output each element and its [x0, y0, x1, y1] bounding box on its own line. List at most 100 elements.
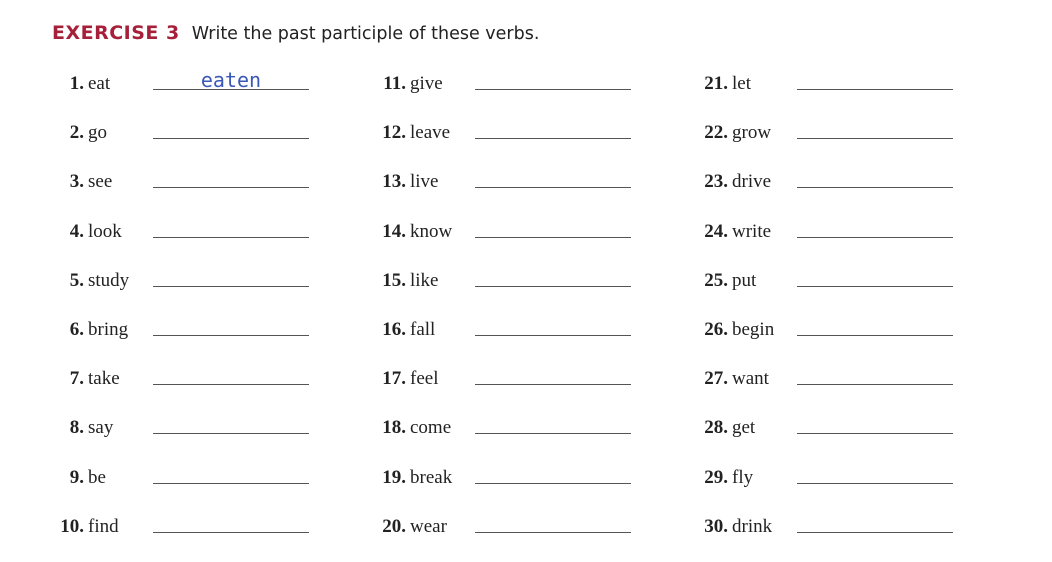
item-number: 4.	[69, 220, 84, 242]
item-verb: drink	[732, 515, 773, 537]
exercise-item: 1. eat eaten	[50, 66, 312, 115]
answer-blank-line[interactable]	[797, 187, 953, 189]
item-number: 22.	[704, 122, 728, 144]
answer-blank-line[interactable]	[153, 433, 309, 435]
answer-blank-line[interactable]	[153, 89, 309, 90]
answer-blank-line[interactable]	[797, 334, 953, 336]
exercise-item: 24. write	[694, 214, 956, 263]
exercise-item: 21. let	[694, 66, 956, 115]
answer-blank-line[interactable]	[475, 285, 631, 287]
item-verb: begin	[732, 318, 775, 340]
exercise-item: 28. get	[694, 410, 956, 459]
exercise-item: 16. fall	[372, 312, 634, 361]
exercise-item: 18. come	[372, 410, 634, 459]
answer-blank-line[interactable]	[475, 482, 631, 484]
item-number: 19.	[382, 466, 406, 488]
item-number: 3.	[69, 171, 84, 193]
item-verb: write	[732, 220, 772, 242]
answer-blank-line[interactable]	[797, 433, 953, 435]
item-number: 10.	[60, 515, 84, 537]
answer-blank-line[interactable]	[797, 236, 953, 238]
answer-blank-line[interactable]	[475, 433, 631, 435]
item-verb: look	[88, 220, 122, 242]
item-number: 27.	[704, 368, 728, 390]
exercise-item: 17. feel	[372, 361, 634, 410]
item-verb: give	[410, 73, 443, 94]
item-verb: go	[88, 122, 107, 144]
item-number: 25.	[704, 269, 728, 291]
exercise-item: 12. leave	[372, 115, 634, 164]
answer-blank-line[interactable]	[797, 285, 953, 287]
item-verb: grow	[732, 122, 772, 144]
exercise-item: 29. fly	[694, 460, 956, 509]
item-verb: break	[410, 466, 453, 488]
item-number: 11.	[383, 73, 406, 94]
item-number: 12.	[382, 122, 406, 144]
exercise-item: 15. like	[372, 263, 634, 312]
item-verb: find	[88, 515, 119, 537]
exercise-label: EXERCISE 3	[52, 22, 180, 44]
item-number: 15.	[382, 269, 406, 291]
item-verb: feel	[410, 368, 439, 390]
exercise-item: 19. break	[372, 460, 634, 509]
item-number: 17.	[382, 368, 406, 390]
exercise-item: 8. say	[50, 410, 312, 459]
item-number: 18.	[382, 417, 406, 439]
exercise-item: 4. look	[50, 214, 312, 263]
item-number: 30.	[704, 515, 728, 537]
answer-blank-line[interactable]	[475, 187, 631, 189]
answer-blank-line[interactable]	[797, 138, 953, 140]
answer-blank-line[interactable]	[797, 482, 953, 484]
exercise-item: 5. study	[50, 263, 312, 312]
item-verb: see	[88, 171, 113, 193]
answer-blank-line[interactable]	[153, 334, 309, 336]
answer-blank-line[interactable]	[153, 384, 309, 386]
exercise-item: 27. want	[694, 361, 956, 410]
item-number: 23.	[704, 171, 728, 193]
item-number: 1.	[69, 73, 84, 94]
item-number: 9.	[69, 466, 84, 488]
answer-blank-line[interactable]	[153, 138, 309, 140]
exercise-header: EXERCISE 3 Write the past participle of …	[52, 22, 539, 44]
item-verb: want	[732, 368, 769, 390]
answer-blank-line[interactable]	[797, 89, 953, 90]
answer-blank-line[interactable]	[475, 89, 631, 90]
item-verb: fly	[732, 466, 754, 488]
exercise-item: 22. grow	[694, 115, 956, 164]
item-verb: live	[410, 171, 439, 193]
item-verb: like	[410, 269, 439, 291]
item-verb: take	[88, 368, 120, 390]
answer-blank-line[interactable]	[153, 236, 309, 238]
exercise-item: 20. wear	[372, 509, 634, 558]
item-verb: get	[732, 417, 756, 439]
answer-blank-line[interactable]	[475, 531, 631, 533]
item-verb: wear	[410, 515, 447, 537]
item-number: 2.	[69, 122, 84, 144]
item-number: 14.	[382, 220, 406, 242]
item-verb: come	[410, 417, 452, 439]
exercise-item: 3. see	[50, 164, 312, 213]
item-verb: be	[88, 466, 106, 488]
answer-blank-line[interactable]	[153, 482, 309, 484]
answer-blank-line[interactable]	[475, 384, 631, 386]
item-number: 6.	[69, 318, 84, 340]
exercise-item: 9. be	[50, 460, 312, 509]
item-number: 28.	[704, 417, 728, 439]
exercise-instruction: Write the past participle of these verbs…	[191, 24, 540, 44]
item-number: 26.	[704, 318, 728, 340]
answer-blank-line[interactable]	[153, 187, 309, 189]
answer-blank-line[interactable]	[153, 531, 309, 533]
answer-blank-line[interactable]	[475, 138, 631, 140]
exercise-item: 13. live	[372, 164, 634, 213]
exercise-item: 6. bring	[50, 312, 312, 361]
exercise-item: 2. go	[50, 115, 312, 164]
answer-blank-line[interactable]	[475, 334, 631, 336]
exercise-item: 7. take	[50, 361, 312, 410]
answer-blank-line[interactable]	[153, 285, 309, 287]
item-verb: put	[732, 269, 757, 291]
answer-blank-line[interactable]	[797, 531, 953, 533]
exercise-item: 23. drive	[694, 164, 956, 213]
exercise-item: 25. put	[694, 263, 956, 312]
answer-blank-line[interactable]	[475, 236, 631, 238]
answer-blank-line[interactable]	[797, 384, 953, 386]
